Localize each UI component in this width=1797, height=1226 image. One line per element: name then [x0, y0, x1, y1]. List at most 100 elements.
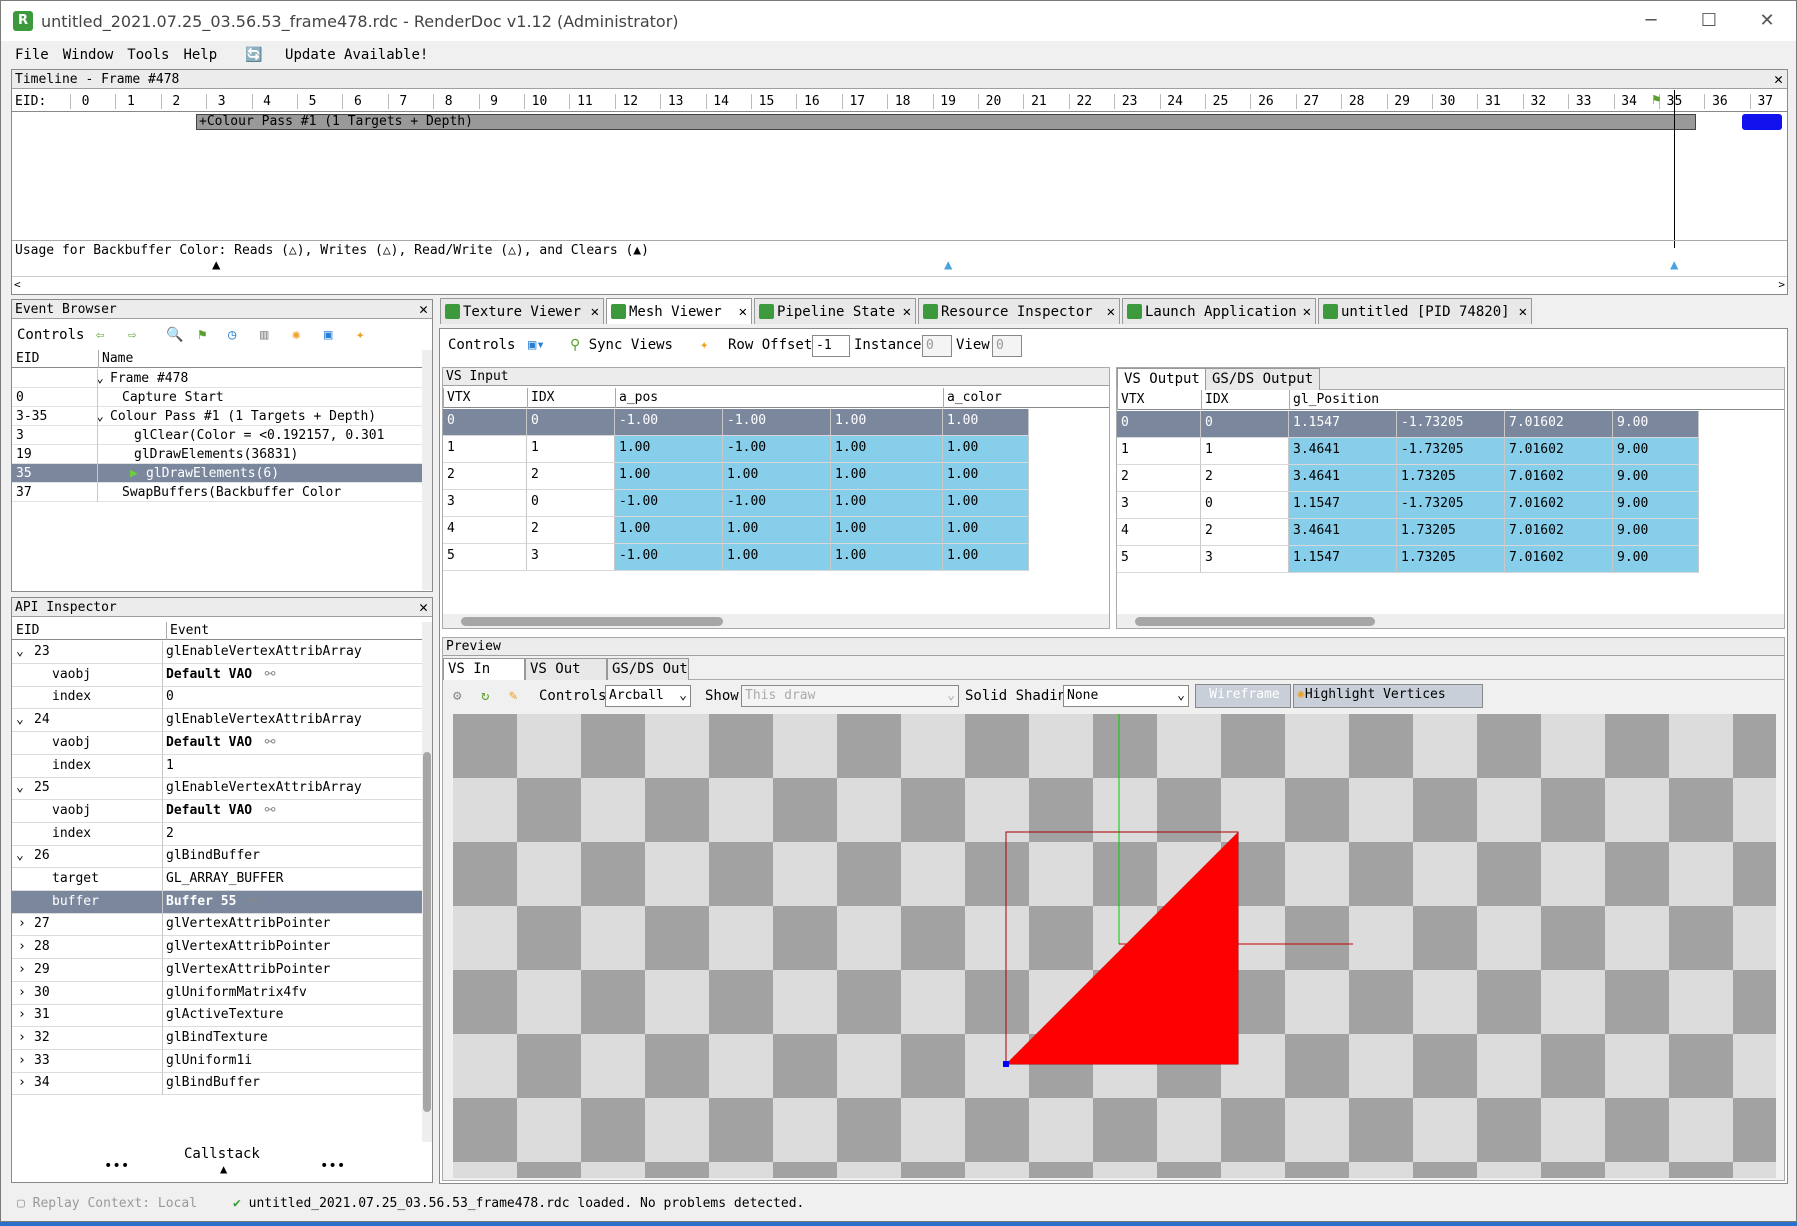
- table-cell[interactable]: 7.01602: [1505, 519, 1613, 546]
- api-row[interactable]: buffer Buffer 55 ⚯: [12, 890, 422, 914]
- api-row[interactable]: vaobj Default VAO ⚯: [12, 731, 422, 755]
- tab-resource-inspector[interactable]: Resource Inspector ✕: [918, 298, 1120, 324]
- table-cell[interactable]: 1: [1117, 438, 1201, 465]
- table-cell[interactable]: 3: [1201, 546, 1289, 573]
- table-cell[interactable]: 1.73205: [1397, 519, 1505, 546]
- colour-pass-bar[interactable]: +Colour Pass #1 (1 Targets + Depth): [196, 114, 1696, 130]
- tab-vs-in[interactable]: VS In: [443, 658, 525, 680]
- table-cell[interactable]: 2: [527, 463, 615, 490]
- chevron-down-icon[interactable]: ⌄: [16, 777, 24, 799]
- table-cell[interactable]: 1.00: [831, 490, 943, 517]
- table-cell[interactable]: 2: [1201, 465, 1289, 492]
- table-cell[interactable]: 1.00: [943, 463, 1029, 490]
- column-header[interactable]: a_pos: [615, 388, 658, 408]
- api-row[interactable]: ⌄ 24 glEnableVertexAttribArray: [12, 709, 422, 733]
- close-button[interactable]: ✕: [1738, 1, 1796, 41]
- table-cell[interactable]: -1.73205: [1397, 492, 1505, 519]
- table-cell[interactable]: 7.01602: [1505, 546, 1613, 573]
- table-cell[interactable]: 9.00: [1613, 519, 1699, 546]
- api-row[interactable]: vaobj Default VAO ⚯: [12, 799, 422, 823]
- menu-tools[interactable]: Tools: [127, 47, 169, 63]
- table-cell[interactable]: 0: [1201, 492, 1289, 519]
- api-vscroll[interactable]: [422, 622, 432, 1142]
- table-cell[interactable]: 1.1547: [1289, 546, 1397, 573]
- table-cell[interactable]: 3: [443, 490, 527, 517]
- table-cell[interactable]: 1.00: [723, 463, 831, 490]
- save-icon[interactable]: ▣: [324, 322, 332, 348]
- api-row[interactable]: › 27 glVertexAttribPointer: [12, 913, 422, 937]
- table-cell[interactable]: 1: [443, 436, 527, 463]
- api-row[interactable]: ⌄ 25 glEnableVertexAttribArray: [12, 777, 422, 801]
- settings-gear-icon[interactable]: ✺: [292, 322, 300, 348]
- table-cell[interactable]: 4: [443, 517, 527, 544]
- close-icon[interactable]: ✕: [591, 299, 599, 325]
- table-cell[interactable]: 9.00: [1613, 411, 1699, 438]
- table-cell[interactable]: 0: [527, 490, 615, 517]
- vs-output-hscroll[interactable]: [1117, 614, 1784, 628]
- chevron-down-icon[interactable]: ⌄: [16, 709, 24, 731]
- link-icon[interactable]: ⚯: [265, 732, 276, 754]
- api-row[interactable]: › 31 glActiveTexture: [12, 1004, 422, 1028]
- tab-untitled-pid-74820-[interactable]: untitled [PID 74820] ✕: [1318, 298, 1532, 324]
- close-icon[interactable]: ✕: [1774, 70, 1783, 89]
- table-cell[interactable]: 1.00: [615, 436, 723, 463]
- close-icon[interactable]: ✕: [419, 300, 428, 319]
- timeline-hscroll[interactable]: < >: [12, 276, 1787, 294]
- table-cell[interactable]: 3.4641: [1289, 519, 1397, 546]
- table-cell[interactable]: 9.00: [1613, 546, 1699, 573]
- close-icon[interactable]: ✕: [1519, 299, 1527, 325]
- maximize-button[interactable]: ☐: [1680, 1, 1738, 41]
- bookmark-flag-icon[interactable]: ⚑: [198, 322, 206, 348]
- column-header[interactable]: IDX: [527, 388, 554, 408]
- table-cell[interactable]: 1: [1201, 438, 1289, 465]
- link-icon[interactable]: ⚯: [265, 800, 276, 822]
- api-row[interactable]: › 34 glBindBuffer: [12, 1072, 422, 1096]
- table-cell[interactable]: 1.00: [615, 517, 723, 544]
- api-row[interactable]: › 29 glVertexAttribPointer: [12, 958, 422, 982]
- forward-arrow-icon[interactable]: ⇨: [128, 322, 136, 348]
- table-cell[interactable]: 1.1547: [1289, 492, 1397, 519]
- column-header[interactable]: a_color: [943, 388, 1002, 408]
- close-icon[interactable]: ✕: [739, 299, 747, 325]
- table-cell[interactable]: 1.00: [831, 436, 943, 463]
- table-cell[interactable]: -1.00: [615, 409, 723, 436]
- table-cell[interactable]: 1.73205: [1397, 465, 1505, 492]
- table-cell[interactable]: 0: [1117, 411, 1201, 438]
- table-cell[interactable]: -1.00: [723, 490, 831, 517]
- chevron-down-icon[interactable]: ⌄: [16, 641, 24, 663]
- highlight-vertices-button[interactable]: ✺Highlight Vertices: [1293, 684, 1483, 708]
- api-row[interactable]: › 28 glVertexAttribPointer: [12, 936, 422, 960]
- event-row[interactable]: ⌄ Frame #478: [12, 369, 422, 388]
- event-row[interactable]: 0 Capture Start: [12, 388, 422, 407]
- table-cell[interactable]: 1.00: [831, 463, 943, 490]
- close-icon[interactable]: ✕: [1107, 299, 1115, 325]
- tab-gsds-out[interactable]: GS/DS Out: [607, 658, 689, 680]
- table-cell[interactable]: 9.00: [1613, 438, 1699, 465]
- vs-input-hscroll[interactable]: [443, 614, 1109, 628]
- table-cell[interactable]: 0: [1201, 411, 1289, 438]
- table-cell[interactable]: -1.00: [723, 436, 831, 463]
- api-row[interactable]: › 33 glUniform1i: [12, 1049, 422, 1073]
- close-icon[interactable]: ✕: [1303, 299, 1311, 325]
- chevron-right-icon[interactable]: ›: [18, 1027, 26, 1049]
- instance-input[interactable]: 0: [922, 335, 952, 357]
- table-cell[interactable]: 7.01602: [1505, 492, 1613, 519]
- table-cell[interactable]: 7.01602: [1505, 411, 1613, 438]
- column-header[interactable]: gl_Position: [1289, 390, 1379, 410]
- event-row[interactable]: 19 glDrawElements(36831): [12, 445, 422, 464]
- event-row[interactable]: 35 ▶ glDrawElements(6): [12, 464, 422, 483]
- column-header[interactable]: VTX: [1117, 390, 1144, 410]
- table-cell[interactable]: -1.00: [615, 544, 723, 571]
- dots-left-icon[interactable]: •••: [104, 1158, 129, 1174]
- reset-camera-icon[interactable]: ↻: [481, 682, 489, 710]
- link-icon[interactable]: ⚯: [247, 891, 258, 913]
- api-row[interactable]: › 30 glUniformMatrix4fv: [12, 981, 422, 1005]
- table-cell[interactable]: 4: [1117, 519, 1201, 546]
- menu-window[interactable]: Window: [63, 47, 114, 63]
- tab-gsds-output[interactable]: GS/DS Output: [1205, 368, 1321, 390]
- table-cell[interactable]: 7.01602: [1505, 438, 1613, 465]
- table-cell[interactable]: 2: [443, 463, 527, 490]
- menu-update[interactable]: 🔄 Update Available!: [231, 47, 428, 63]
- column-header[interactable]: VTX: [443, 388, 470, 408]
- table-cell[interactable]: 3.4641: [1289, 438, 1397, 465]
